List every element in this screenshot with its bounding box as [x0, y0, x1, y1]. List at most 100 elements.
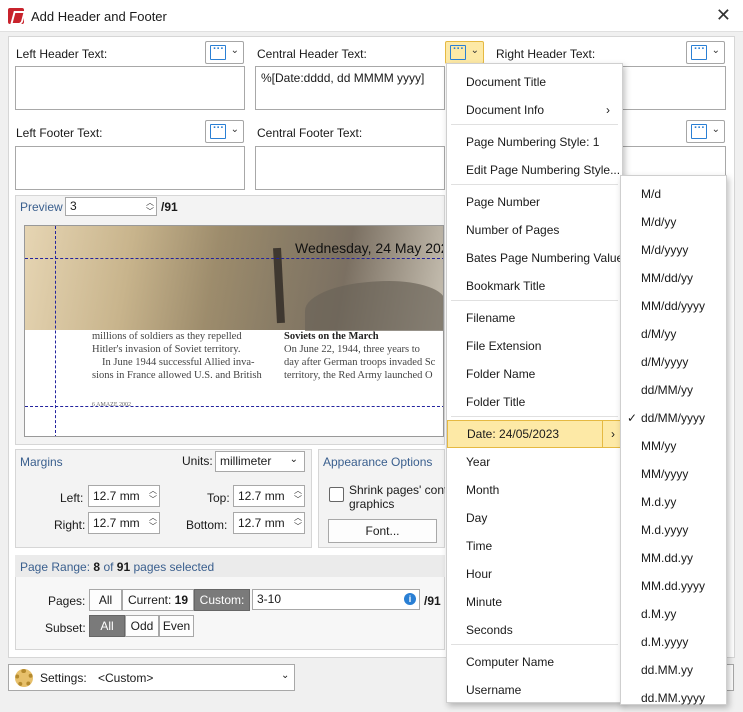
pages-all-button[interactable]: All — [89, 589, 122, 611]
date-format-item[interactable]: dd.MM.yy — [621, 656, 693, 684]
preview-page-spinner[interactable]: 3 ︿ ﹀ — [65, 197, 157, 216]
appearance-title: Appearance Options — [323, 455, 433, 469]
central-header-text[interactable]: %[Date:dddd, dd MMMM yyyy] — [255, 66, 445, 110]
bottom-margin-label: Bottom: — [186, 518, 228, 532]
date-format-item[interactable]: d/M/yy — [621, 320, 676, 348]
insert-menu-item[interactable]: Day — [447, 504, 622, 532]
units-select[interactable]: millimeter ⌄ — [215, 451, 305, 472]
insert-menu-item[interactable]: Document Title — [447, 68, 622, 96]
left-header-insert-button[interactable]: ⌄ — [205, 41, 244, 64]
date-format-item[interactable]: M.d.yyyy — [621, 516, 688, 544]
insert-menu-item[interactable]: Page Number — [447, 188, 622, 216]
preview-column-2: Soviets on the March On June 22, 1944, t… — [284, 331, 436, 381]
header-guide-line — [25, 258, 443, 259]
date-format-item[interactable]: d/M/yyyy — [621, 348, 688, 376]
pages-custom-button[interactable]: Custom: — [194, 589, 250, 611]
right-margin-spinner[interactable]: 12.7 mm ︿ ﹀ — [88, 512, 160, 534]
insert-menu-item[interactable]: Computer Name — [447, 648, 622, 676]
insert-menu-item[interactable]: Page Numbering Style: 1 — [447, 128, 622, 156]
info-icon[interactable]: i — [404, 593, 416, 605]
subset-odd-button[interactable]: Odd — [125, 615, 159, 637]
menu-separator — [451, 184, 618, 185]
chevron-right-icon: › — [606, 103, 610, 117]
chevron-down-icon: ⌄ — [230, 124, 239, 135]
chevron-down-icon: ⌄ — [711, 45, 720, 56]
chevron-down-icon: ⌄ — [281, 670, 290, 681]
insert-menu-item[interactable]: Year — [447, 448, 622, 476]
font-button[interactable]: Font... — [328, 519, 437, 543]
insert-menu-item[interactable]: Folder Title — [447, 388, 622, 416]
left-margin-spinner[interactable]: 12.7 mm ︿ ﹀ — [88, 485, 160, 507]
spinner-arrows-icon[interactable]: ︿ ﹀ — [146, 198, 154, 216]
date-format-item[interactable]: MM.dd.yyyy — [621, 572, 705, 600]
app-icon — [8, 8, 24, 24]
insert-menu-item[interactable]: Number of Pages — [447, 216, 622, 244]
insert-menu-item[interactable]: Date: 24/05/2023 › — [447, 420, 622, 448]
insert-menu-item[interactable]: Document Info › — [447, 96, 622, 124]
insert-menu-item[interactable]: File Extension — [447, 332, 622, 360]
date-format-item[interactable]: MM/yy — [621, 432, 676, 460]
date-format-item[interactable]: d.M.yyyy — [621, 628, 688, 656]
date-format-item[interactable]: ✓ dd/MM/yyyy — [621, 404, 705, 432]
insert-menu-item[interactable]: Time — [447, 532, 622, 560]
settings-combo[interactable]: Settings: <Custom> ⌄ — [8, 664, 295, 691]
spinner-arrows-icon[interactable]: ︿ ﹀ — [149, 513, 157, 531]
shrink-pages-checkbox[interactable] — [329, 487, 344, 502]
insert-menu-item[interactable]: Bookmark Title — [447, 272, 622, 300]
right-header-label: Right Header Text: — [496, 47, 596, 61]
left-footer-insert-button[interactable]: ⌄ — [205, 120, 244, 143]
date-format-item[interactable]: d.M.yy — [621, 600, 676, 628]
spinner-arrows-icon[interactable]: ︿ ﹀ — [149, 486, 157, 504]
preview-label: Preview — [20, 200, 63, 214]
left-footer-label: Left Footer Text: — [16, 126, 103, 140]
left-margin-label: Left: — [60, 491, 84, 505]
date-format-submenu: M/d M/d/yy M/d/yyyy MM/dd/yy MM/dd/yyyy d/M/y… — [620, 175, 727, 705]
right-header-text[interactable] — [620, 66, 726, 110]
insert-menu-item[interactable]: Filename — [447, 304, 622, 332]
bottom-margin-spinner[interactable]: 12.7 mm ︿ ﹀ — [233, 512, 305, 534]
left-guide-line — [55, 226, 56, 436]
spinner-arrows-icon[interactable]: ︿ ﹀ — [294, 513, 302, 531]
pages-current-button[interactable]: Current: 19 — [122, 589, 194, 611]
footer-guide-line — [25, 406, 443, 407]
central-footer-label: Central Footer Text: — [257, 126, 363, 140]
top-margin-label: Top: — [207, 491, 230, 505]
central-footer-text[interactable] — [255, 146, 445, 190]
insert-menu-item[interactable]: Hour — [447, 560, 622, 588]
right-footer-insert-button[interactable]: ⌄ — [686, 120, 725, 143]
date-format-item[interactable]: dd/MM/yy — [621, 376, 693, 404]
date-format-item[interactable]: MM/yyyy — [621, 460, 688, 488]
left-header-text[interactable] — [15, 66, 245, 110]
insert-menu-item[interactable]: Seconds — [447, 616, 622, 644]
insert-menu-item[interactable]: Month — [447, 476, 622, 504]
central-header-label: Central Header Text: — [257, 47, 367, 61]
close-icon[interactable]: ✕ — [716, 5, 731, 26]
central-header-insert-button[interactable]: ⌄ — [445, 41, 484, 64]
date-format-item[interactable]: M/d — [621, 180, 661, 208]
date-format-item[interactable]: MM.dd.yy — [621, 544, 693, 572]
date-format-item[interactable]: MM/dd/yy — [621, 264, 693, 292]
insert-menu-item[interactable]: Edit Page Numbering Style... — [447, 156, 622, 184]
right-header-insert-button[interactable]: ⌄ — [686, 41, 725, 64]
top-margin-spinner[interactable]: 12.7 mm ︿ ﹀ — [233, 485, 305, 507]
insert-field-menu: Document Title Document Info › Page Numberi… — [446, 63, 623, 703]
date-format-item[interactable]: MM/dd/yyyy — [621, 292, 705, 320]
custom-range-input[interactable]: 3-10 i — [252, 589, 420, 610]
date-format-item[interactable]: M/d/yyyy — [621, 236, 688, 264]
insert-menu-item[interactable]: Username — [447, 676, 622, 704]
spinner-arrows-icon[interactable]: ︿ ﹀ — [294, 486, 302, 504]
settings-value: <Custom> — [98, 671, 154, 685]
insert-field-icon — [450, 43, 466, 60]
left-footer-text[interactable] — [15, 146, 245, 190]
shrink-pages-label-2: graphics — [349, 497, 395, 511]
date-format-item[interactable]: M/d/yy — [621, 208, 676, 236]
date-format-item[interactable]: dd.MM.yyyy — [621, 684, 705, 712]
insert-menu-item[interactable]: Minute — [447, 588, 622, 616]
subset-all-button[interactable]: All — [89, 615, 125, 637]
insert-menu-item[interactable]: Folder Name — [447, 360, 622, 388]
subset-even-button[interactable]: Even — [159, 615, 194, 637]
date-format-item[interactable]: M.d.yy — [621, 488, 676, 516]
insert-field-icon — [691, 122, 707, 139]
insert-menu-item[interactable]: Bates Page Numbering Value — [447, 244, 623, 272]
preview-total-pages: /91 — [161, 200, 178, 214]
